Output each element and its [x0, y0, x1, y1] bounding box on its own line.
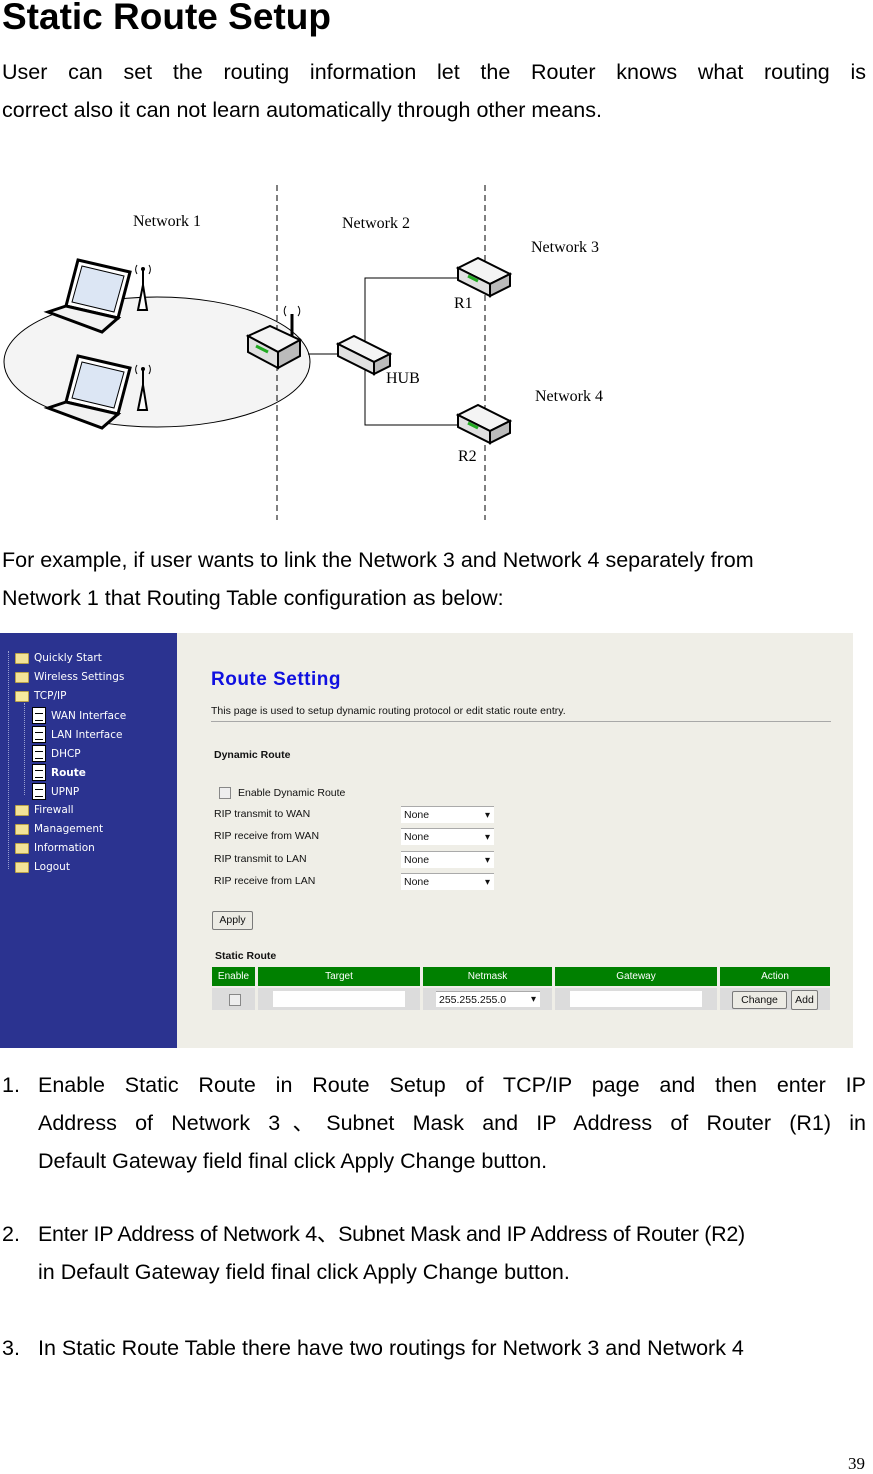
sidebar-item-label: DHCP — [51, 747, 81, 760]
sidebar-item-quickly-start[interactable]: Quickly Start — [15, 652, 102, 664]
cable-hub-r1 — [364, 277, 460, 348]
folder-icon — [15, 823, 29, 835]
rip-receive-wan-label: RIP receive from WAN — [214, 830, 320, 842]
folder-icon — [15, 804, 29, 816]
label-network-3: Network 3 — [531, 239, 599, 256]
step-1-line-1: Enable Static Route in Route Setup of TC… — [38, 1073, 866, 1097]
gateway-input[interactable] — [570, 991, 702, 1007]
label-network-4: Network 4 — [535, 388, 603, 405]
label-r1: R1 — [454, 295, 473, 312]
page-number: 39 — [848, 1454, 865, 1473]
apply-button[interactable]: Apply — [212, 911, 253, 930]
column-header-enable: Enable — [212, 967, 255, 986]
sidebar-item-label: Quickly Start — [34, 652, 102, 664]
folder-icon — [15, 842, 29, 854]
netmask-select[interactable]: 255.255.255.0 — [436, 991, 540, 1008]
sidebar-item-label: LAN Interface — [51, 728, 123, 741]
step-3-number: 3. — [2, 1336, 20, 1360]
change-button[interactable]: Change — [732, 991, 787, 1009]
target-input[interactable] — [273, 991, 405, 1007]
network-diagram: Network 1 Network 2 Network 3 Network 4 … — [3, 185, 603, 520]
sidebar-item-tcp-ip[interactable]: TCP/IP — [15, 690, 66, 702]
step-1-line-2: Address of Network 3、Subnet Mask and IP … — [38, 1111, 866, 1135]
rip-transmit-lan-select[interactable]: None — [401, 851, 494, 869]
column-header-target: Target — [258, 967, 420, 986]
sidebar-item-route[interactable]: Route — [32, 764, 86, 781]
static-route-enable-checkbox[interactable] — [229, 994, 241, 1006]
column-header-action: Action — [720, 967, 830, 986]
sidebar-item-label: Logout — [34, 861, 70, 873]
page-icon — [32, 764, 46, 781]
sidebar-item-label: TCP/IP — [34, 690, 67, 702]
example-line-2: Network 1 that Routing Table configurati… — [2, 586, 504, 610]
sidebar-item-wireless-settings[interactable]: Wireless Settings — [15, 671, 124, 683]
add-button[interactable]: Add — [791, 990, 818, 1010]
sidebar-item-label: Route — [51, 766, 86, 779]
enable-dynamic-route-label: Enable Dynamic Route — [238, 787, 346, 799]
sidebar-item-information[interactable]: Information — [15, 842, 95, 854]
sidebar-item-dhcp[interactable]: DHCP — [32, 745, 81, 762]
tree-line — [24, 703, 25, 795]
rip-transmit-wan-label: RIP transmit to WAN — [214, 808, 311, 820]
column-header-netmask: Netmask — [423, 967, 552, 986]
sidebar-item-logout[interactable]: Logout — [15, 861, 70, 873]
sidebar-item-label: UPNP — [51, 785, 80, 798]
router-ui-screenshot: Quickly Start Wireless Settings TCP/IP W… — [0, 633, 853, 1048]
page-heading: Static Route Setup — [2, 0, 331, 37]
route-setting-title: Route Setting — [211, 669, 341, 690]
sidebar-item-firewall[interactable]: Firewall — [15, 804, 74, 816]
intro-line-2: correct also it can not learn automatica… — [2, 98, 602, 122]
page-icon — [32, 745, 46, 762]
label-hub: HUB — [386, 370, 420, 387]
sidebar-item-label: Wireless Settings — [34, 671, 125, 683]
label-network-1: Network 1 — [133, 213, 201, 230]
enable-dynamic-route-checkbox[interactable] — [219, 787, 231, 799]
rip-receive-lan-label: RIP receive from LAN — [214, 875, 316, 887]
dynamic-route-heading: Dynamic Route — [214, 749, 291, 761]
tree-line — [8, 651, 9, 869]
folder-icon — [15, 671, 29, 683]
divider — [211, 721, 831, 722]
static-route-heading: Static Route — [215, 950, 277, 962]
label-r2: R2 — [458, 448, 477, 465]
sidebar-item-wan-interface[interactable]: WAN Interface — [32, 707, 126, 724]
folder-icon — [15, 861, 29, 873]
step-2-number: 2. — [2, 1222, 20, 1246]
step-1-number: 1. — [2, 1073, 20, 1097]
example-line-1: For example, if user wants to link the N… — [2, 548, 754, 572]
step-1-line-3: Default Gateway field final click Apply … — [38, 1149, 548, 1173]
sidebar-item-label: WAN Interface — [51, 709, 127, 722]
step-2-line-2: in Default Gateway field final click App… — [38, 1260, 570, 1284]
rip-transmit-lan-label: RIP transmit to LAN — [214, 853, 307, 865]
sidebar-item-upnp[interactable]: UPNP — [32, 783, 79, 800]
sidebar-item-label: Firewall — [34, 804, 74, 816]
intro-line-1: User can set the routing information let… — [2, 60, 866, 84]
page-icon — [32, 726, 46, 743]
label-network-2: Network 2 — [342, 215, 410, 232]
rip-transmit-wan-select[interactable]: None — [401, 806, 494, 824]
sidebar-item-label: Management — [34, 823, 104, 835]
router-r1-icon — [455, 256, 513, 298]
router-r2-icon — [455, 403, 513, 445]
step-3-line-1: In Static Route Table there have two rou… — [38, 1336, 744, 1360]
folder-icon — [15, 652, 29, 664]
hub-icon — [335, 334, 393, 376]
sidebar-item-management[interactable]: Management — [15, 823, 103, 835]
step-2-line-1: Enter IP Address of Network 4、Subnet Mas… — [38, 1222, 745, 1246]
column-header-gateway: Gateway — [555, 967, 717, 986]
sidebar-nav: Quickly Start Wireless Settings TCP/IP W… — [0, 633, 177, 1048]
page-icon — [32, 707, 46, 724]
rip-receive-lan-select[interactable]: None — [401, 873, 494, 891]
rip-receive-wan-select[interactable]: None — [401, 828, 494, 846]
route-setting-description: This page is used to setup dynamic routi… — [211, 705, 566, 717]
folder-open-icon — [15, 690, 29, 702]
sidebar-item-label: Information — [34, 842, 95, 854]
page-icon — [32, 783, 46, 800]
sidebar-item-lan-interface[interactable]: LAN Interface — [32, 726, 122, 743]
